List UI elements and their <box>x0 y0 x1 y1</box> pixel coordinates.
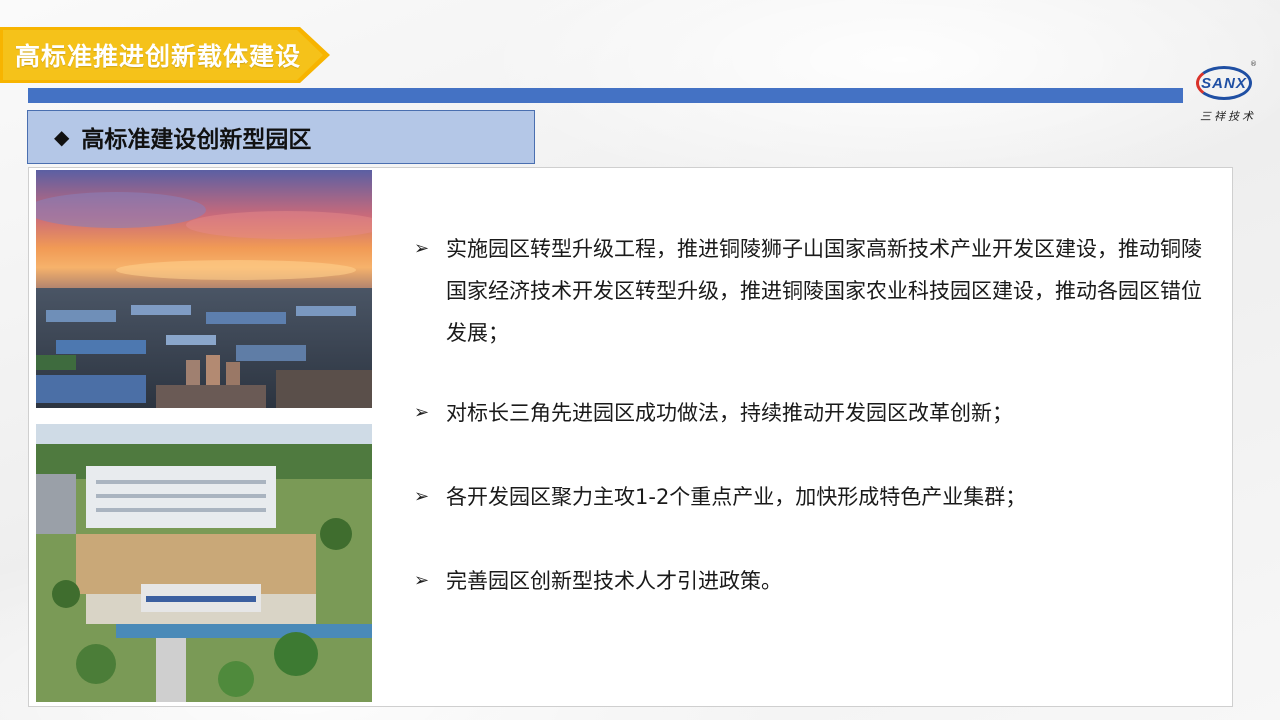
list-item: ➢ 各开发园区聚力主攻1-2个重点产业，加快形成特色产业集群； <box>414 476 1214 518</box>
arrowhead-bullet-icon: ➢ <box>414 486 430 507</box>
list-item: ➢ 完善园区创新型技术人才引进政策。 <box>414 560 1214 602</box>
header-divider <box>28 88 1183 103</box>
list-item: ➢ 对标长三角先进园区成功做法，持续推动开发园区改革创新； <box>414 392 1214 434</box>
registered-mark: ® <box>1250 60 1257 68</box>
arrowhead-bullet-icon: ➢ <box>414 238 430 259</box>
diamond-icon: ◆ <box>54 125 70 149</box>
section-heading-box: ◆ 高标准建设创新型园区 <box>27 110 535 164</box>
industrial-park-sunset-aerial-photo <box>36 170 372 408</box>
list-item-text: 各开发园区聚力主攻1-2个重点产业，加快形成特色产业集群； <box>446 485 1027 509</box>
logo-name: 三祥技术 <box>1200 110 1256 123</box>
bullet-list: ➢ 实施园区转型升级工程，推进铜陵狮子山国家高新技术产业开发区建设，推动铜陵国家… <box>414 228 1214 602</box>
list-item-text: 实施园区转型升级工程，推进铜陵狮子山国家高新技术产业开发区建设，推动铜陵国家经济… <box>446 237 1202 345</box>
list-item: ➢ 实施园区转型升级工程，推进铜陵狮子山国家高新技术产业开发区建设，推动铜陵国家… <box>414 228 1214 354</box>
arrowhead-bullet-icon: ➢ <box>414 570 430 591</box>
slide-title: 高标准推进创新载体建设 <box>15 42 302 71</box>
park-building-aerial-photo <box>36 424 372 702</box>
company-logo: SANX ® 三祥技术 <box>1192 60 1258 124</box>
logo-mark: SANX <box>1196 66 1252 100</box>
title-banner: 高标准推进创新载体建设 <box>0 27 330 83</box>
section-heading: 高标准建设创新型园区 <box>81 127 312 153</box>
arrowhead-bullet-icon: ➢ <box>414 402 430 423</box>
list-item-text: 对标长三角先进园区成功做法，持续推动开发园区改革创新； <box>446 401 1013 425</box>
list-item-text: 完善园区创新型技术人才引进政策。 <box>446 569 782 593</box>
